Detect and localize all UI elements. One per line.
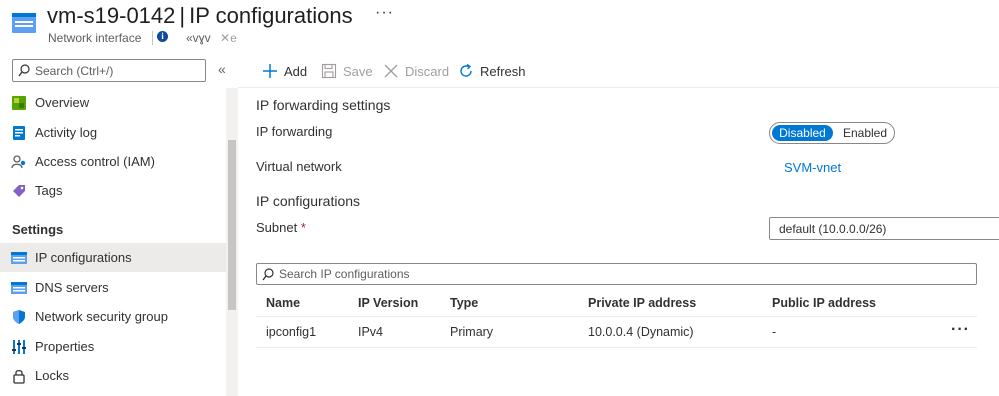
column-header-private-ip[interactable]: Private IP address <box>588 296 696 310</box>
refresh-icon <box>460 63 472 77</box>
virtual-network-link[interactable]: SVM-vnet <box>784 160 841 175</box>
sidebar-item-locks[interactable]: Locks <box>0 361 226 390</box>
sidebar-item-overview[interactable]: Overview <box>0 88 226 117</box>
sidebar-item-label: Properties <box>35 339 95 354</box>
discard-button[interactable]: Discard <box>383 62 449 80</box>
ip-forwarding-toggle[interactable]: Disabled Enabled <box>769 122 895 144</box>
cell-public-ip: - <box>772 325 777 339</box>
ip-forwarding-label: IP forwarding <box>256 124 333 139</box>
ip-forwarding-section-title: IP forwarding settings <box>256 97 391 113</box>
save-icon <box>321 63 337 79</box>
add-label: Add <box>284 63 308 79</box>
cell-type: Primary <box>450 325 494 339</box>
sidebar-item-network-security-group[interactable]: Network security group <box>0 302 226 331</box>
subnet-label-text: Subnet <box>256 220 298 235</box>
header-pin-text[interactable]: ✕e <box>220 31 237 45</box>
header-garbled-text: «vɣv <box>186 31 211 45</box>
sidebar-item-iam[interactable]: Access control (IAM) <box>0 147 226 176</box>
add-button[interactable]: Add <box>262 62 307 80</box>
sidebar-item-label: Locks <box>35 368 69 383</box>
sidebar-item-label: Network security group <box>35 309 168 324</box>
sidebar-item-tags[interactable]: Tags <box>0 176 226 205</box>
menu-search[interactable] <box>12 59 206 82</box>
refresh-button[interactable]: Refresh <box>458 62 526 80</box>
blade-header: vm-s19-0142 | IP configurations ··· Networ… <box>0 0 999 52</box>
title-separator: | <box>179 3 186 28</box>
dns-icon <box>11 282 27 294</box>
subnet-dropdown[interactable]: default (10.0.0.0/26) <box>769 217 999 240</box>
properties-icon <box>12 340 26 354</box>
ip-configurations-section-title: IP configurations <box>256 193 361 209</box>
column-header-type[interactable]: Type <box>450 296 478 310</box>
sidebar-item-label: IP configurations <box>35 250 132 265</box>
info-icon[interactable]: i <box>157 31 168 42</box>
save-label: Save <box>343 63 373 79</box>
sidebar-item-label: DNS servers <box>35 280 109 295</box>
required-marker: * <box>300 220 306 235</box>
column-header-name[interactable]: Name <box>266 296 300 310</box>
overview-icon <box>12 96 26 110</box>
save-button[interactable]: Save <box>321 62 373 80</box>
settings-section-label: Settings <box>12 222 64 237</box>
sidebar-item-label: Tags <box>35 183 63 198</box>
resource-name: vm-s19-0142 <box>47 3 176 28</box>
toggle-option-enabled[interactable]: Enabled <box>838 125 892 141</box>
ip-config-search-input[interactable] <box>279 266 969 282</box>
table-row[interactable]: ipconfig1 IPv4 Primary 10.0.0.4 (Dynamic… <box>256 318 977 348</box>
sidebar-item-activity-log[interactable]: Activity log <box>0 118 226 147</box>
resource-type-label: Network interface <box>48 31 142 45</box>
resource-menu: « Overview Activity log Access control (… <box>0 52 238 396</box>
sidebar-item-dns-servers[interactable]: DNS servers <box>0 273 226 302</box>
search-icon <box>262 268 274 281</box>
ip-config-icon <box>11 252 27 264</box>
refresh-label: Refresh <box>480 63 526 79</box>
shield-icon <box>13 310 25 324</box>
search-icon <box>18 64 30 77</box>
column-header-public-ip[interactable]: Public IP address <box>772 296 876 310</box>
plus-icon <box>263 64 277 78</box>
column-header-ip-version[interactable]: IP Version <box>358 296 418 310</box>
collapse-menu-button[interactable]: « <box>218 61 226 77</box>
command-bar: Add Save Discard Refresh <box>238 52 999 88</box>
page-title: vm-s19-0142 | IP configurations <box>47 3 353 29</box>
tag-icon <box>13 185 25 197</box>
discard-label: Discard <box>405 63 450 79</box>
sidebar-scroll-thumb[interactable] <box>228 140 236 310</box>
ip-config-search[interactable] <box>256 263 977 285</box>
close-icon <box>384 64 398 78</box>
virtual-network-label: Virtual network <box>256 159 342 174</box>
sidebar-item-properties[interactable]: Properties <box>0 332 226 361</box>
subtitle-divider <box>152 31 153 45</box>
network-interface-icon <box>12 13 36 33</box>
iam-icon <box>11 155 26 169</box>
page-name: IP configurations <box>189 3 353 28</box>
subnet-label: Subnet * <box>256 220 306 235</box>
activity-log-icon <box>13 126 25 140</box>
toggle-option-disabled[interactable]: Disabled <box>772 125 833 141</box>
cell-name[interactable]: ipconfig1 <box>266 325 316 339</box>
sidebar-item-label: Access control (IAM) <box>35 154 155 169</box>
cell-ip-version: IPv4 <box>358 325 384 339</box>
lock-icon <box>13 369 25 384</box>
cell-private-ip: 10.0.0.4 (Dynamic) <box>588 325 694 339</box>
table-header: Name IP Version Type Private IP address … <box>256 289 977 317</box>
sidebar-item-label: Overview <box>35 95 90 110</box>
sidebar-item-ip-configurations[interactable]: IP configurations <box>0 243 226 272</box>
header-extra-text: «vɣv ✕e <box>186 31 237 45</box>
more-options-button[interactable]: ··· <box>375 4 394 22</box>
row-more-options-button[interactable]: ··· <box>951 321 970 339</box>
sidebar-item-label: Activity log <box>35 125 98 140</box>
menu-search-input[interactable] <box>35 62 201 79</box>
